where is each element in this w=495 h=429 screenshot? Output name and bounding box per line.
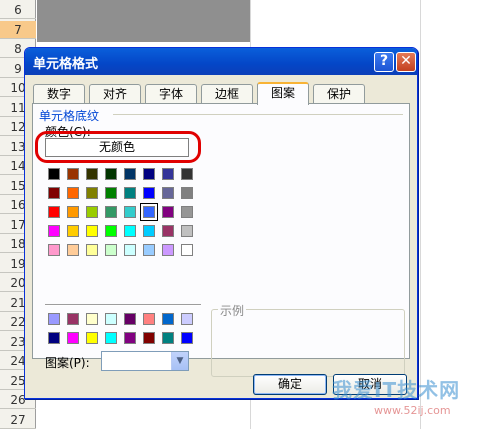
- color-swatch[interactable]: [86, 187, 98, 199]
- color-swatch[interactable]: [67, 168, 79, 180]
- color-swatch[interactable]: [67, 244, 79, 256]
- color-swatch[interactable]: [48, 244, 60, 256]
- color-swatch[interactable]: [105, 206, 117, 218]
- color-swatch[interactable]: [181, 187, 193, 199]
- color-swatch[interactable]: [86, 225, 98, 237]
- close-button[interactable]: ✕: [396, 52, 416, 72]
- color-swatch[interactable]: [105, 313, 117, 325]
- tab-1[interactable]: 数字: [33, 84, 85, 104]
- tab-3[interactable]: 字体: [145, 84, 197, 104]
- color-swatch[interactable]: [181, 313, 193, 325]
- color-swatch[interactable]: [143, 168, 155, 180]
- color-swatch[interactable]: [48, 187, 60, 199]
- color-swatch[interactable]: [48, 225, 60, 237]
- cell-shading-title: 单元格底纹: [39, 109, 100, 123]
- group-divider: [113, 114, 403, 115]
- chevron-down-icon[interactable]: ▼: [171, 352, 188, 370]
- color-swatch[interactable]: [48, 168, 60, 180]
- color-swatch[interactable]: [105, 168, 117, 180]
- color-swatch[interactable]: [124, 206, 136, 218]
- color-swatch[interactable]: [48, 206, 60, 218]
- dialog-title: 单元格格式: [33, 57, 99, 72]
- tab-4[interactable]: 边框: [201, 84, 253, 104]
- watermark-text: 我爱IT技术网: [332, 378, 461, 402]
- color-swatch[interactable]: [181, 206, 193, 218]
- tab-5[interactable]: 图案: [257, 82, 309, 105]
- color-swatch[interactable]: [67, 225, 79, 237]
- color-swatch[interactable]: [181, 332, 193, 344]
- row-header[interactable]: 7: [0, 20, 36, 39]
- color-swatch[interactable]: [86, 206, 98, 218]
- color-swatch[interactable]: [143, 187, 155, 199]
- color-swatch[interactable]: [105, 244, 117, 256]
- color-swatch[interactable]: [48, 332, 60, 344]
- color-swatch[interactable]: [181, 244, 193, 256]
- pattern-select[interactable]: ▼: [101, 351, 189, 371]
- color-swatch[interactable]: [143, 244, 155, 256]
- color-swatch[interactable]: [67, 206, 79, 218]
- color-swatch[interactable]: [162, 313, 174, 325]
- color-swatch[interactable]: [67, 313, 79, 325]
- format-cells-dialog: 单元格格式 ? ✕ 数字 对齐 字体 边框 图案 保护 单元格底纹 颜色(C): 无颜色 …: [24, 47, 418, 399]
- color-swatch[interactable]: [162, 206, 174, 218]
- color-swatch[interactable]: [162, 225, 174, 237]
- row-header[interactable]: 6: [0, 1, 36, 19]
- color-swatch[interactable]: [143, 332, 155, 344]
- color-swatch[interactable]: [143, 225, 155, 237]
- watermark-url: www.52ij.com: [374, 404, 451, 417]
- help-button[interactable]: ?: [374, 52, 394, 72]
- color-swatch[interactable]: [67, 332, 79, 344]
- color-swatch[interactable]: [162, 244, 174, 256]
- sample-label: 示例: [218, 302, 247, 319]
- gray-cell-block: [37, 0, 250, 42]
- color-swatch[interactable]: [140, 203, 158, 221]
- color-swatch[interactable]: [124, 244, 136, 256]
- color-swatch[interactable]: [181, 168, 193, 180]
- color-swatch[interactable]: [67, 187, 79, 199]
- color-swatch[interactable]: [105, 187, 117, 199]
- color-swatch[interactable]: [124, 225, 136, 237]
- color-swatch[interactable]: [105, 332, 117, 344]
- palette-divider: [45, 304, 201, 306]
- color-swatch[interactable]: [86, 332, 98, 344]
- color-swatch[interactable]: [124, 168, 136, 180]
- color-swatch[interactable]: [86, 244, 98, 256]
- tab-6[interactable]: 保护: [313, 84, 365, 104]
- color-swatch[interactable]: [162, 168, 174, 180]
- color-swatch[interactable]: [86, 313, 98, 325]
- color-swatch[interactable]: [162, 332, 174, 344]
- color-swatch[interactable]: [124, 187, 136, 199]
- color-swatch[interactable]: [143, 313, 155, 325]
- color-swatch[interactable]: [105, 225, 117, 237]
- row-header[interactable]: 27: [0, 411, 36, 429]
- patterns-panel: 单元格底纹 颜色(C): 无颜色 图案(P): ▼ 示例: [32, 103, 410, 377]
- color-swatch[interactable]: [162, 187, 174, 199]
- no-color-button[interactable]: 无颜色: [45, 138, 189, 157]
- color-swatch[interactable]: [124, 313, 136, 325]
- pattern-label: 图案(P):: [45, 356, 90, 370]
- tab-2[interactable]: 对齐: [89, 84, 141, 104]
- color-swatch[interactable]: [181, 225, 193, 237]
- color-swatch[interactable]: [48, 313, 60, 325]
- color-swatch[interactable]: [124, 332, 136, 344]
- watermark-logo: 我爱IT技术网 www.52ij.com: [282, 360, 492, 426]
- color-swatch[interactable]: [86, 168, 98, 180]
- dialog-title-bar[interactable]: 单元格格式 ? ✕: [25, 48, 417, 75]
